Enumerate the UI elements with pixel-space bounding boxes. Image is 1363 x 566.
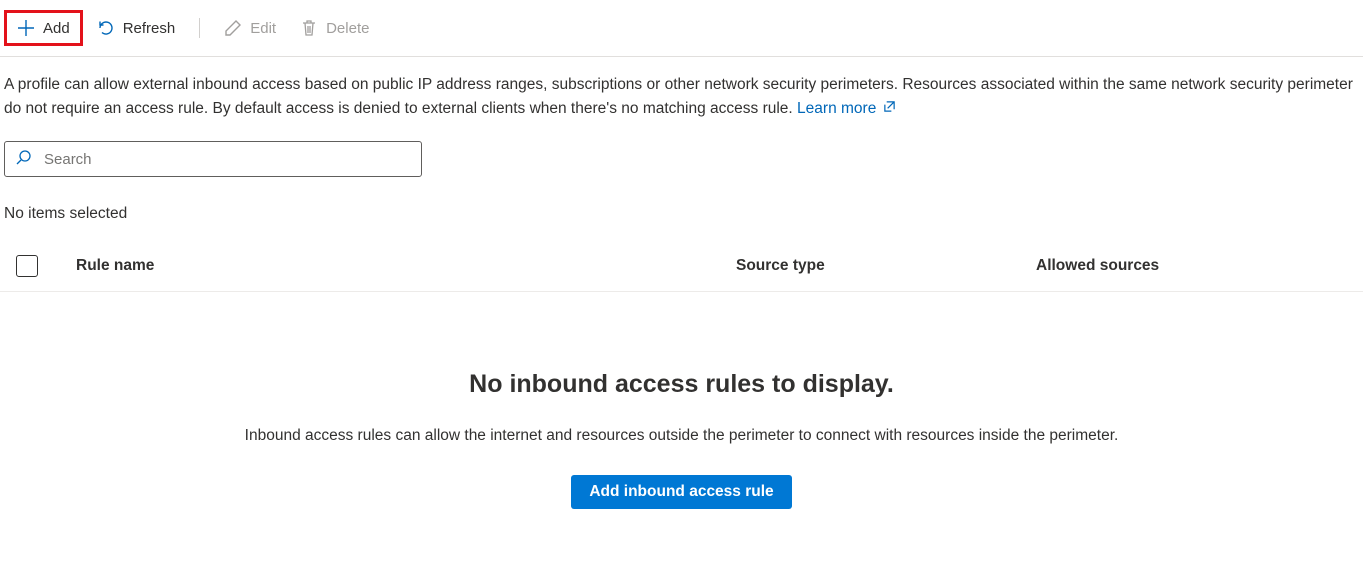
search-icon bbox=[15, 149, 32, 169]
description-body: A profile can allow external inbound acc… bbox=[4, 76, 1353, 117]
toolbar-divider bbox=[199, 18, 200, 38]
add-inbound-rule-button[interactable]: Add inbound access rule bbox=[571, 475, 791, 509]
plus-icon bbox=[17, 19, 35, 37]
empty-state-title: No inbound access rules to display. bbox=[0, 370, 1363, 399]
table-header-row: Rule name Source type Allowed sources bbox=[0, 223, 1363, 292]
add-button-label: Add bbox=[43, 20, 70, 37]
column-header-allowed-sources[interactable]: Allowed sources bbox=[1036, 257, 1359, 275]
add-button[interactable]: Add bbox=[7, 13, 80, 43]
selection-status: No items selected bbox=[4, 205, 1359, 223]
description-text: A profile can allow external inbound acc… bbox=[0, 57, 1363, 121]
edit-button[interactable]: Edit bbox=[214, 13, 286, 43]
add-button-highlight: Add bbox=[4, 10, 83, 46]
pencil-icon bbox=[224, 19, 242, 37]
search-input[interactable] bbox=[44, 151, 411, 168]
learn-more-label: Learn more bbox=[797, 100, 876, 117]
external-link-icon bbox=[883, 97, 896, 121]
search-box[interactable] bbox=[4, 141, 422, 177]
learn-more-link[interactable]: Learn more bbox=[797, 100, 896, 117]
refresh-icon bbox=[97, 19, 115, 37]
empty-state-subtitle: Inbound access rules can allow the inter… bbox=[0, 427, 1363, 445]
refresh-button-label: Refresh bbox=[123, 20, 176, 37]
delete-button[interactable]: Delete bbox=[290, 13, 379, 43]
edit-button-label: Edit bbox=[250, 20, 276, 37]
delete-button-label: Delete bbox=[326, 20, 369, 37]
empty-state: No inbound access rules to display. Inbo… bbox=[0, 292, 1363, 509]
column-header-source-type[interactable]: Source type bbox=[736, 257, 1036, 275]
select-all-checkbox[interactable] bbox=[16, 255, 38, 277]
toolbar: Add Refresh Edit Delete bbox=[0, 0, 1363, 57]
search-wrapper bbox=[4, 141, 1359, 177]
refresh-button[interactable]: Refresh bbox=[87, 13, 186, 43]
column-header-rule-name[interactable]: Rule name bbox=[76, 257, 736, 275]
trash-icon bbox=[300, 19, 318, 37]
